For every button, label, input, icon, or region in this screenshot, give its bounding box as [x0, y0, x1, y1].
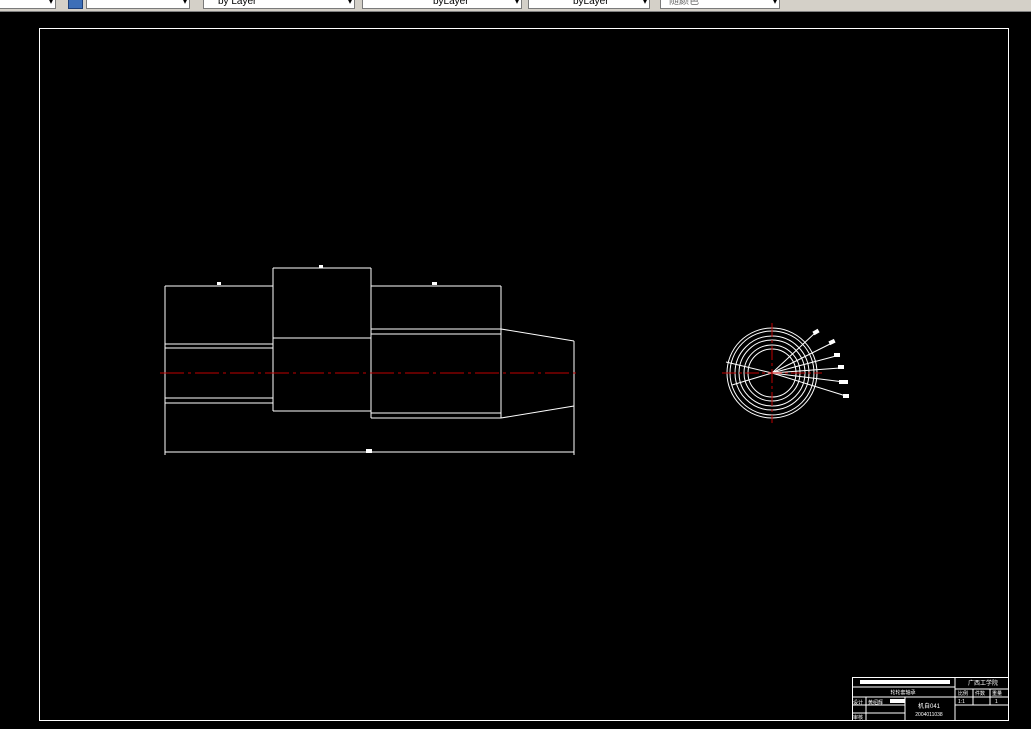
chevron-down-icon: ▾: [182, 0, 187, 6]
side-dimensions: [164, 267, 575, 455]
class-label: 机自041: [918, 702, 941, 710]
properties-toolbar: ▾ ▾ by Layer ▾ byLayer ▾ byLayer ▾ 随颜色 ▾: [0, 0, 1031, 12]
scale-value: 1:1: [958, 699, 965, 705]
plotstyle-combo-value: 随颜色: [669, 0, 699, 7]
linetype-combo[interactable]: byLayer ▾: [362, 0, 522, 9]
color-combo-value: by Layer: [218, 0, 257, 7]
dimension-labels: [217, 265, 950, 703]
centerlines: [160, 323, 822, 423]
chevron-down-icon: ▾: [642, 0, 647, 6]
weight-label: 重量: [992, 690, 1002, 697]
chevron-down-icon: ▾: [772, 0, 777, 6]
lineweight-combo-value: byLayer: [573, 0, 609, 7]
school-name: 广西工学院: [968, 679, 998, 687]
part-name: 轮轮套轴承: [890, 689, 915, 696]
layer-icon[interactable]: [68, 0, 83, 9]
chevron-down-icon: ▾: [347, 0, 352, 6]
color-combo[interactable]: by Layer ▾: [203, 0, 355, 9]
left-combo[interactable]: ▾: [0, 0, 56, 9]
designer-name: 黄绍辉: [868, 699, 883, 706]
quantity-value: 1: [995, 699, 998, 705]
drawing-canvas[interactable]: 广西工学院 轮轮套轴承 比例 件数 重量 1:1 1 设计 黄绍辉 审核 机自0…: [0, 12, 1031, 724]
designer-label: 设计: [853, 699, 863, 706]
chevron-down-icon: ▾: [514, 0, 519, 6]
student-id: 2004011038: [915, 712, 943, 718]
lineweight-combo[interactable]: byLayer ▾: [528, 0, 650, 9]
drawing-border: [39, 28, 1009, 721]
scale-label: 比例: [958, 690, 968, 697]
linetype-combo-value: byLayer: [433, 0, 469, 7]
layer-combo[interactable]: ▾: [86, 0, 190, 9]
plotstyle-combo[interactable]: 随颜色 ▾: [660, 0, 780, 9]
check-label: 审核: [853, 714, 863, 721]
chevron-down-icon: ▾: [48, 0, 53, 6]
quantity-label: 件数: [975, 690, 985, 697]
drawing-svg[interactable]: 广西工学院 轮轮套轴承 比例 件数 重量 1:1 1 设计 黄绍辉 审核 机自0…: [0, 12, 1031, 724]
